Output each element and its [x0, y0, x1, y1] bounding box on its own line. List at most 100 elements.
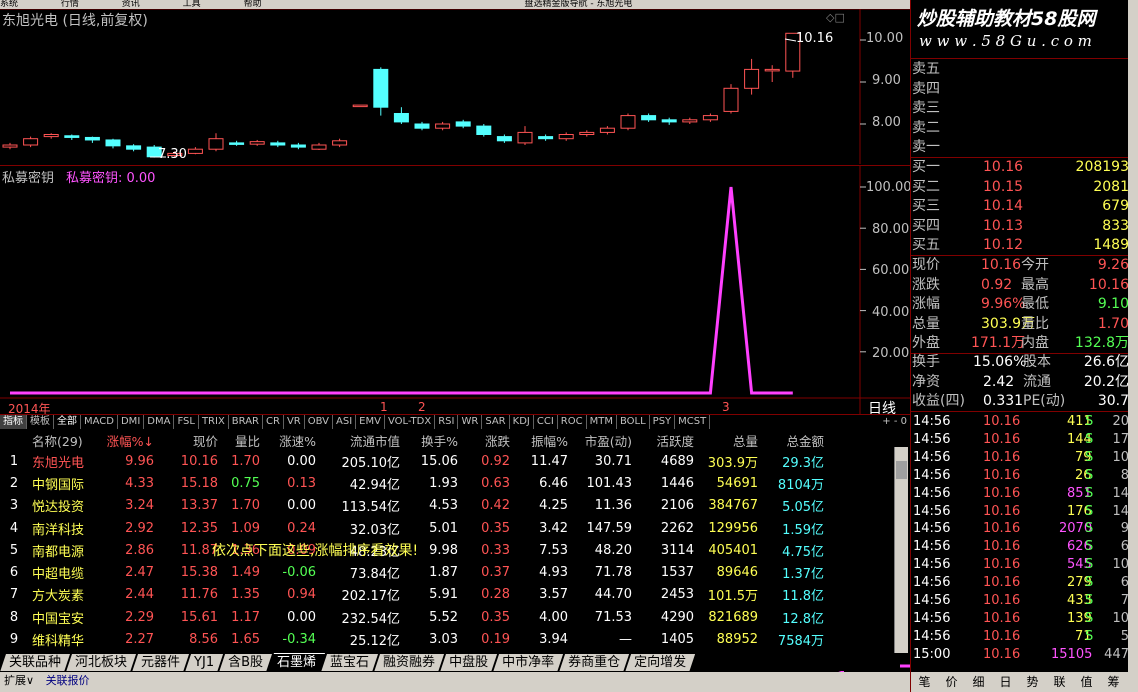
indicator-tab[interactable]: RSI — [435, 415, 459, 429]
indicator-panel[interactable]: 私募密钥 私募密钥: 0.00 100.00 80.00 60.00 40.00… — [0, 165, 912, 417]
quote-row-cell: 最低 — [1021, 296, 1049, 313]
table-row[interactable]: 4 南洋科技 2.92 12.35 1.09 0.24 32.03亿 5.01 0.35 3.42… — [0, 517, 828, 539]
table-cell: 0.00 — [287, 453, 317, 469]
scroll-thumb[interactable] — [896, 461, 907, 479]
indicator-tab[interactable]: 全部 — [54, 415, 81, 429]
column-header[interactable]: 流通市值 — [320, 431, 404, 450]
indicator-tab[interactable]: 模板 — [27, 415, 54, 429]
table-row[interactable]: 8 中国宝安 2.29 15.61 1.17 0.00 232.54亿 5.52 0.35 4.0… — [0, 606, 828, 628]
right-tab[interactable]: 日 — [992, 672, 1019, 692]
column-header[interactable]: 振幅% — [514, 431, 572, 450]
table-cell: 29.3亿 — [782, 455, 825, 471]
table-row[interactable]: 7 方大炭素 2.44 11.76 1.35 0.94 202.17亿 5.91 0.28 3.5… — [0, 584, 828, 606]
table-row[interactable]: 1 东旭光电 9.96 10.16 1.70 0.00 205.10亿 15.06 0.92 11… — [0, 450, 828, 472]
sector-tab[interactable]: 融资融券 — [374, 654, 444, 671]
tick-row-cell: S — [1085, 467, 1094, 483]
indicator-tab[interactable]: TRIX — [199, 415, 229, 429]
bid-row-cell: 买一 — [912, 159, 940, 175]
sector-tab[interactable]: 河北板块 — [66, 654, 136, 671]
column-header[interactable]: 名称(29) — [28, 431, 88, 450]
column-header[interactable] — [0, 431, 28, 450]
indicator-tab[interactable]: FSL — [174, 415, 199, 429]
right-tab[interactable]: 细 — [965, 672, 992, 692]
list-scrollbar[interactable] — [894, 447, 908, 653]
column-header[interactable]: 涨速% — [264, 431, 320, 450]
related-quote-link[interactable]: 关联报价 — [46, 674, 90, 687]
indicator-tab[interactable]: CR — [263, 415, 284, 429]
column-header[interactable]: 活跃度 — [636, 431, 698, 450]
column-header[interactable]: 涨幅%↓ — [88, 431, 158, 450]
quote-row: 净资 2.42 流通 20.2亿 — [911, 373, 1129, 393]
bid-row-cell: 208193 — [1075, 159, 1129, 175]
indicator-tab[interactable]: CCI — [534, 415, 558, 429]
tick-row: 14:56 10.16 626 S 6 — [911, 537, 1129, 557]
table-row[interactable]: 2 中钢国际 4.33 15.18 0.75 0.13 42.94亿 1.93 0.63 6.46… — [0, 472, 828, 494]
right-tab[interactable]: 笔 — [911, 672, 938, 692]
sector-tab[interactable]: 定向增发 — [625, 654, 695, 671]
indicator-tab[interactable]: ROC — [558, 415, 587, 429]
table-cell: 0.75 — [231, 475, 261, 491]
sector-tab[interactable]: 券商重仓 — [559, 654, 629, 671]
column-header[interactable]: 总量 — [698, 431, 762, 450]
kline-chart[interactable] — [0, 9, 910, 164]
column-header[interactable]: 市盈(动) — [572, 431, 636, 450]
menu-item[interactable]: 帮助 — [244, 0, 262, 9]
column-header[interactable]: 量比 — [222, 431, 264, 450]
sector-tab[interactable]: 石墨烯 — [268, 653, 325, 671]
sector-tab[interactable]: YJ1 — [185, 654, 223, 671]
candle-body — [414, 123, 430, 129]
indicator-chart[interactable] — [0, 166, 910, 414]
sector-tab[interactable]: 元器件 — [132, 654, 189, 671]
indicator-tab[interactable]: WR — [458, 415, 483, 429]
sector-tab[interactable]: 蓝宝石 — [321, 654, 378, 671]
indicator-tab[interactable]: DMA — [144, 415, 175, 429]
sector-tab[interactable]: 中盘股 — [440, 654, 497, 671]
indicator-tab[interactable]: VOL-TDX — [385, 415, 436, 429]
menu-item[interactable]: 工具 — [183, 0, 201, 9]
indicator-tab[interactable]: OBV — [305, 415, 333, 429]
indicator-tab[interactable]: 指标 — [0, 415, 27, 429]
kline-panel[interactable]: 东旭光电 (日线,前复权) ◇□ 10.00 9.00 8.00 10.16 7… — [0, 9, 910, 164]
price-tick: 8.00 — [872, 115, 901, 130]
menu-item[interactable]: 行情 — [61, 0, 79, 9]
sector-tab[interactable]: 含B股 — [219, 654, 272, 671]
indicator-tab[interactable]: BRAR — [229, 415, 263, 429]
zoom-controls[interactable]: + - 0 — [879, 415, 910, 429]
column-header[interactable]: 换手% — [404, 431, 462, 450]
indicator-tab[interactable]: SAR — [482, 415, 510, 429]
indicator-tab[interactable]: MCST — [675, 415, 711, 429]
table-cell: 42.94亿 — [349, 477, 401, 493]
right-scrollbar[interactable] — [1128, 0, 1138, 692]
sector-tab[interactable]: 关联品种 — [0, 654, 70, 671]
right-tab[interactable]: 筹 — [1100, 672, 1127, 692]
indicator-tab[interactable]: ASI — [333, 415, 357, 429]
table-row[interactable]: 3 悦达投资 3.24 13.37 1.70 0.00 113.54亿 4.53 0.42 4.2… — [0, 495, 828, 517]
indicator-tab[interactable]: MTM — [587, 415, 617, 429]
tick-row-cell: 14:56 — [913, 593, 951, 608]
column-header[interactable]: 现价 — [158, 431, 222, 450]
column-header[interactable]: 总金额 — [762, 431, 828, 450]
right-tab[interactable]: 势 — [1019, 672, 1046, 692]
ask-row: 卖二 — [911, 119, 1129, 139]
indicator-tab[interactable]: PSY — [650, 415, 676, 429]
indicator-tab[interactable]: KDJ — [510, 415, 534, 429]
menu-item[interactable]: 系统 — [0, 0, 18, 9]
table-row[interactable]: 9 维科精华 2.27 8.56 1.65 -0.34 25.12亿 3.03 0.19 3.94… — [0, 628, 828, 650]
table-cell: 205.10亿 — [341, 455, 401, 471]
column-header[interactable]: 涨跌 — [462, 431, 514, 450]
indicator-tab[interactable]: MACD — [81, 415, 118, 429]
right-tab[interactable]: 价 — [938, 672, 965, 692]
menu-item[interactable]: 资讯 — [122, 0, 140, 9]
tick-row-cell: 14:56 — [913, 557, 951, 573]
table-cell: 11.76 — [180, 587, 219, 603]
right-tab[interactable]: 联 — [1046, 672, 1073, 692]
table-row[interactable]: 6 中超电缆 2.47 15.38 1.49 -0.06 73.84亿 1.87 0.37 4.9… — [0, 561, 828, 583]
right-tab[interactable]: 值 — [1073, 672, 1100, 692]
table-cell: 2106 — [660, 498, 695, 514]
indicator-tab[interactable]: BOLL — [617, 415, 650, 429]
indicator-tab[interactable]: VR — [284, 415, 305, 429]
expand-button[interactable]: 扩展∨ — [4, 674, 34, 687]
indicator-tab[interactable]: DMI — [118, 415, 145, 429]
sector-tab[interactable]: 中市净率 — [493, 654, 563, 671]
indicator-tab[interactable]: EMV — [356, 415, 385, 429]
